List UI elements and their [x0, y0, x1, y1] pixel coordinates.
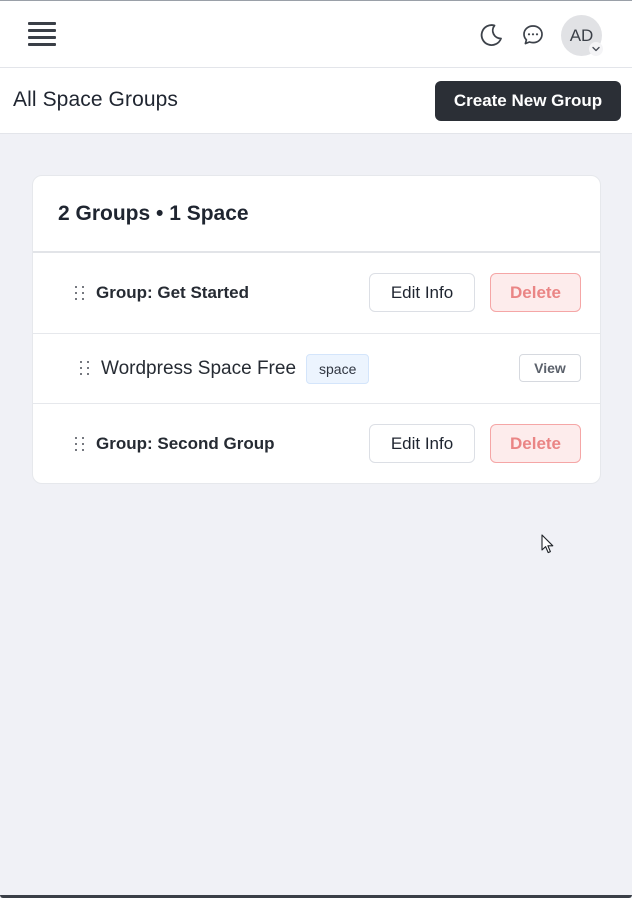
menu-icon[interactable]: [28, 22, 56, 48]
drag-handle-icon[interactable]: [79, 361, 91, 377]
delete-group-button[interactable]: Delete: [490, 273, 581, 312]
moon-icon[interactable]: [478, 22, 504, 48]
group-name: Group: Second Group: [96, 434, 275, 453]
groups-summary: 2 Groups • 1 Space: [58, 202, 249, 225]
space-name: Wordpress Space Free: [101, 358, 297, 379]
group-row: Group: Get Started Edit Info Delete: [33, 253, 600, 334]
mouse-pointer-icon: [541, 534, 554, 554]
user-avatar[interactable]: AD: [561, 15, 603, 56]
space-row: Wordpress Space Free space View: [33, 334, 600, 404]
card-header: 2 Groups • 1 Space: [33, 176, 600, 253]
space-type-badge: space: [306, 354, 370, 384]
view-space-button[interactable]: View: [519, 354, 581, 382]
chat-bubble-icon[interactable]: [520, 22, 546, 48]
edit-info-button[interactable]: Edit Info: [369, 273, 475, 312]
create-new-group-button[interactable]: Create New Group: [435, 81, 621, 121]
drag-handle-icon[interactable]: [74, 286, 86, 302]
page-title: All Space Groups: [13, 88, 179, 111]
group-row: Group: Second Group Edit Info Delete: [33, 404, 600, 483]
delete-group-button[interactable]: Delete: [490, 424, 581, 463]
page-header: All Space Groups Create New Group: [0, 68, 632, 134]
avatar-initials: AD: [569, 26, 594, 45]
edit-info-button[interactable]: Edit Info: [369, 424, 475, 463]
space-groups-card: 2 Groups • 1 Space Group: Get Started Ed…: [32, 175, 601, 484]
top-navbar: AD: [0, 0, 632, 68]
chevron-down-icon: [589, 42, 603, 56]
drag-handle-icon[interactable]: [74, 437, 86, 453]
group-name: Group: Get Started: [96, 283, 250, 302]
